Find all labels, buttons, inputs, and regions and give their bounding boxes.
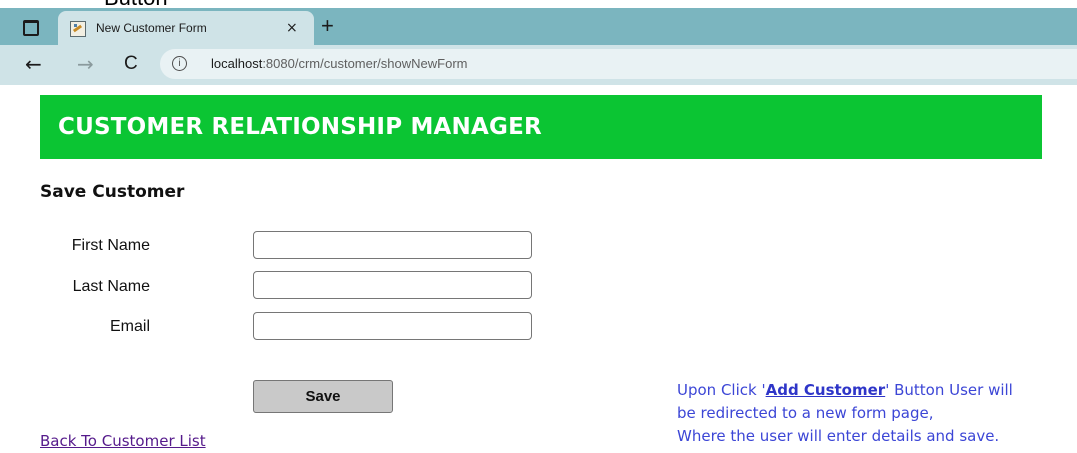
tab-title: New Customer Form [96,21,207,35]
note-line-3: Where the user will enter details and sa… [677,427,1000,445]
back-to-customer-list-link[interactable]: Back To Customer List [40,432,206,450]
app-title: CUSTOMER RELATIONSHIP MANAGER [58,114,542,140]
back-arrow-icon[interactable]: ← [25,45,42,83]
first-name-field[interactable] [253,231,532,259]
url-path: :8080/crm/customer/showNewForm [262,56,468,71]
cut-off-caption: Button [104,0,168,8]
page-title: Save Customer [40,182,185,202]
favicon-icon [70,21,86,37]
new-tab-icon[interactable]: + [321,9,334,43]
url-text: localhost:8080/crm/customer/showNewForm [211,49,467,79]
browser-tab[interactable]: New Customer Form × [58,11,314,45]
window-menu-icon[interactable] [23,20,39,36]
email-label: Email [109,318,150,335]
note-suffix: ' Button User will [885,381,1013,399]
app-header: CUSTOMER RELATIONSHIP MANAGER [40,95,1042,159]
note-line-1: Upon Click 'Add Customer' Button User wi… [677,379,1072,402]
first-name-label: First Name [71,237,150,254]
email-field[interactable] [253,312,532,340]
save-button[interactable]: Save [253,380,393,413]
last-name-field[interactable] [253,271,532,299]
forward-arrow-icon[interactable]: → [77,45,94,83]
browser-tab-bar: New Customer Form × + [0,8,1077,45]
address-bar: ← → C i localhost:8080/crm/customer/show… [0,45,1077,85]
info-icon[interactable]: i [172,56,187,71]
add-customer-emphasis: Add Customer [765,381,886,399]
note-line-2: be redirected to a new form page, [677,404,934,422]
reload-icon[interactable]: C [124,45,138,83]
tab-close-icon[interactable]: × [286,11,298,45]
url-field[interactable]: i localhost:8080/crm/customer/showNewFor… [160,49,1077,79]
instruction-note: Upon Click 'Add Customer' Button User wi… [677,379,1072,448]
url-host: localhost [211,56,263,71]
note-prefix: Upon Click ' [677,381,766,399]
last-name-label: Last Name [72,278,150,295]
